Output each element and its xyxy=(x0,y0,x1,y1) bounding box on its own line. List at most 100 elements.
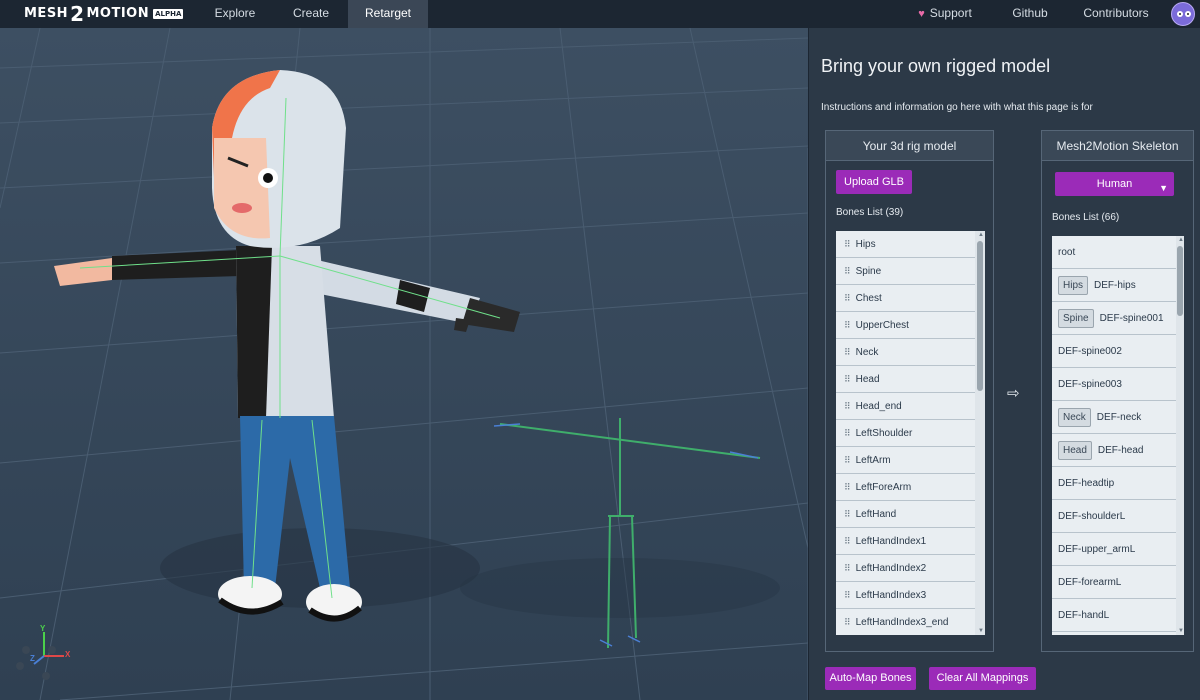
scroll-down-icon[interactable]: ▼ xyxy=(978,628,984,634)
source-bone-label: Hips xyxy=(855,238,876,250)
source-bone-label: Head xyxy=(855,373,880,385)
retarget-panel: Bring your own rigged model Instructions… xyxy=(808,28,1200,700)
target-bone-label: root xyxy=(1058,246,1076,258)
source-bone-label: LeftForeArm xyxy=(855,481,912,493)
target-bone-label: DEF-headtip xyxy=(1058,477,1115,489)
target-bone-item[interactable]: Head DEF-head xyxy=(1052,434,1184,467)
target-bone-item[interactable]: DEF-forearmL xyxy=(1052,566,1184,599)
drag-handle-icon[interactable]: ⠿ xyxy=(844,239,851,250)
avatar-eye-right xyxy=(1185,11,1191,17)
target-bones-items: root Hips DEF-hips Spine DEF-spine001 DEF-spi… xyxy=(1052,236,1184,632)
target-bones-list[interactable]: root Hips DEF-hips Spine DEF-spine001 DEF-spi… xyxy=(1052,236,1184,635)
scroll-thumb[interactable] xyxy=(1177,246,1183,316)
drag-handle-icon[interactable]: ⠿ xyxy=(844,590,851,601)
target-bone-item[interactable]: root xyxy=(1052,236,1184,269)
map-arrow-icon: ⇨ xyxy=(1007,385,1020,402)
nav-retarget[interactable]: Retarget xyxy=(348,0,428,28)
mapped-bone-tag[interactable]: Hips xyxy=(1058,275,1089,295)
scroll-down-icon[interactable]: ▼ xyxy=(1178,628,1184,634)
source-bone-item[interactable]: ⠿ Head xyxy=(836,366,985,393)
drag-handle-icon[interactable]: ⠿ xyxy=(844,536,851,547)
source-bone-label: LeftArm xyxy=(855,454,891,466)
source-bone-item[interactable]: ⠿ LeftHandIndex3 xyxy=(836,582,985,609)
skeleton-type-value: Human xyxy=(1096,178,1133,190)
target-bone-item[interactable]: DEF-shoulderL xyxy=(1052,500,1184,533)
target-bone-label: DEF-spine001 xyxy=(1099,312,1164,324)
target-bones-scrollbar[interactable]: ▲ ▼ xyxy=(1176,236,1184,635)
target-bone-label: DEF-shoulderL xyxy=(1058,510,1126,522)
source-bone-item[interactable]: ⠿ LeftHand xyxy=(836,501,985,528)
source-bone-label: UpperChest xyxy=(855,319,909,331)
drag-handle-icon[interactable]: ⠿ xyxy=(844,293,851,304)
source-bone-item[interactable]: ⠿ LeftShoulder xyxy=(836,420,985,447)
axis-x-label: X xyxy=(65,650,71,659)
target-bone-label: DEF-upper_armL xyxy=(1058,543,1136,555)
source-bone-item[interactable]: ⠿ LeftHandIndex3_end xyxy=(836,609,985,635)
nav-contributors[interactable]: Contributors xyxy=(1078,0,1154,28)
source-bones-scrollbar[interactable]: ▲ ▼ xyxy=(975,231,985,635)
drag-handle-icon[interactable]: ⠿ xyxy=(844,347,851,358)
3d-viewport[interactable]: Y Z X xyxy=(0,28,808,700)
source-rig-column: Your 3d rig model Upload GLB Bones List … xyxy=(825,130,994,652)
nav-create[interactable]: Create xyxy=(276,0,346,28)
source-bone-item[interactable]: ⠿ UpperChest xyxy=(836,312,985,339)
scroll-up-icon[interactable]: ▲ xyxy=(1178,237,1184,243)
app-logo[interactable]: MESH 2 MOTION ALPHA xyxy=(24,1,184,26)
panel-description: Instructions and information go here wit… xyxy=(821,102,1093,113)
mapped-bone-tag[interactable]: Neck xyxy=(1058,407,1091,427)
target-bone-item[interactable]: DEF-spine002 xyxy=(1052,335,1184,368)
drag-handle-icon[interactable]: ⠿ xyxy=(844,374,851,385)
source-bone-item[interactable]: ⠿ Chest xyxy=(836,285,985,312)
drag-handle-icon[interactable]: ⠿ xyxy=(844,455,851,466)
mapped-bone-tag[interactable]: Head xyxy=(1058,440,1092,460)
source-bone-item[interactable]: ⠿ LeftHandIndex1 xyxy=(836,528,985,555)
axis-y-label: Y xyxy=(40,624,46,633)
logo-number: 2 xyxy=(70,1,85,26)
skeleton-type-select[interactable]: Human ▼ xyxy=(1055,172,1174,196)
source-bone-item[interactable]: ⠿ Neck xyxy=(836,339,985,366)
nav-explore[interactable]: Explore xyxy=(200,0,270,28)
scroll-up-icon[interactable]: ▲ xyxy=(978,232,984,238)
target-bone-item[interactable]: DEF-headtip xyxy=(1052,467,1184,500)
auto-map-bones-button[interactable]: Auto-Map Bones xyxy=(825,667,916,690)
drag-handle-icon[interactable]: ⠿ xyxy=(844,509,851,520)
upload-glb-button[interactable]: Upload GLB xyxy=(836,170,912,194)
drag-handle-icon[interactable]: ⠿ xyxy=(844,266,851,277)
drag-handle-icon[interactable]: ⠿ xyxy=(844,482,851,493)
target-bone-item[interactable]: Hips DEF-hips xyxy=(1052,269,1184,302)
source-bone-item[interactable]: ⠿ Head_end xyxy=(836,393,985,420)
nav-github[interactable]: Github xyxy=(1000,0,1060,28)
drag-handle-icon[interactable]: ⠿ xyxy=(844,401,851,412)
source-bone-label: LeftHandIndex2 xyxy=(855,562,927,574)
target-bone-label: DEF-hips xyxy=(1094,279,1136,291)
scroll-thumb[interactable] xyxy=(977,241,983,391)
source-bone-item[interactable]: ⠿ Spine xyxy=(836,258,985,285)
source-bones-count: Bones List (39) xyxy=(836,207,904,218)
target-bone-item[interactable]: Spine DEF-spine001 xyxy=(1052,302,1184,335)
source-bone-item[interactable]: ⠿ Hips xyxy=(836,231,985,258)
source-bone-item[interactable]: ⠿ LeftHandIndex2 xyxy=(836,555,985,582)
clear-all-mappings-button[interactable]: Clear All Mappings xyxy=(929,667,1036,690)
target-bone-item[interactable]: Neck DEF-neck xyxy=(1052,401,1184,434)
drag-handle-icon[interactable]: ⠿ xyxy=(844,428,851,439)
chevron-down-icon: ▼ xyxy=(1159,183,1168,193)
target-skeleton-column: Mesh2Motion Skeleton Human ▼ Bones List … xyxy=(1041,130,1194,652)
logo-text-left: MESH xyxy=(24,6,69,21)
target-bone-label: DEF-head xyxy=(1097,444,1144,456)
mapped-bone-tag[interactable]: Spine xyxy=(1058,308,1094,328)
drag-handle-icon[interactable]: ⠿ xyxy=(844,563,851,574)
source-bones-list[interactable]: ⠿ Hips ⠿ Spine ⠿ Chest ⠿ UpperChest ⠿ Neck ⠿ Head ⠿ H… xyxy=(836,231,985,635)
target-bone-item[interactable]: DEF-spine003 xyxy=(1052,368,1184,401)
source-bone-item[interactable]: ⠿ LeftArm xyxy=(836,447,985,474)
source-bone-label: LeftHandIndex1 xyxy=(855,535,927,547)
source-bone-label: Neck xyxy=(855,346,879,358)
target-bone-item[interactable]: DEF-handL xyxy=(1052,599,1184,632)
drag-handle-icon[interactable]: ⠿ xyxy=(844,320,851,331)
target-bone-label: DEF-spine002 xyxy=(1058,345,1122,357)
user-avatar[interactable] xyxy=(1171,2,1195,26)
drag-handle-icon[interactable]: ⠿ xyxy=(844,617,851,628)
nav-support[interactable]: ♥ Support xyxy=(910,0,980,28)
source-bone-item[interactable]: ⠿ LeftForeArm xyxy=(836,474,985,501)
target-bone-item[interactable]: DEF-upper_armL xyxy=(1052,533,1184,566)
source-bones-items: ⠿ Hips ⠿ Spine ⠿ Chest ⠿ UpperChest ⠿ Neck ⠿ Head ⠿ H… xyxy=(836,231,985,635)
